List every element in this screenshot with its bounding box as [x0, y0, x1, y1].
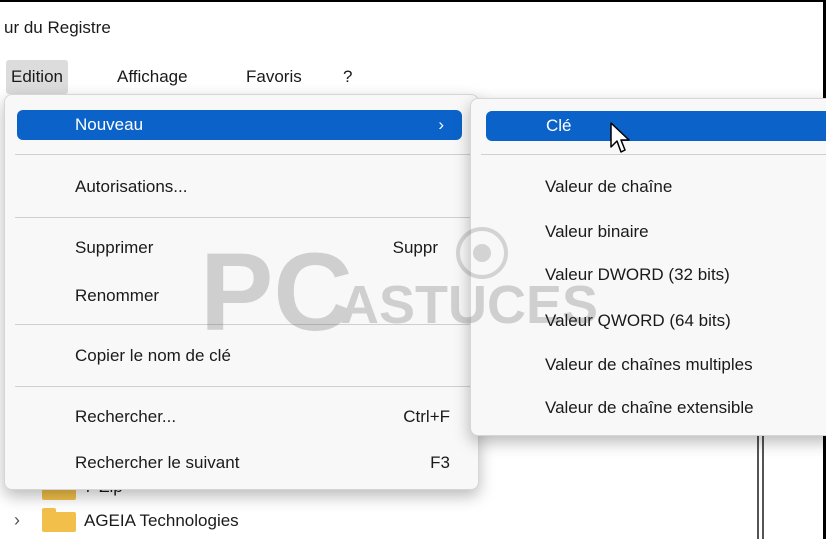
- menu-divider: [481, 154, 826, 155]
- shortcut-label: F3: [430, 453, 450, 472]
- menu-favoris[interactable]: Favoris: [241, 60, 307, 94]
- pane-splitter[interactable]: [757, 420, 764, 539]
- menu-divider: [15, 386, 470, 387]
- menu-item-label: Rechercher le suivant: [75, 453, 240, 472]
- menu-item-rechercher[interactable]: Rechercher... Ctrl+F: [75, 402, 470, 432]
- submenu-item-valeur-extensible[interactable]: Valeur de chaîne extensible: [545, 393, 754, 423]
- tree-item-ageia[interactable]: AGEIA Technologies: [84, 508, 239, 534]
- menu-divider: [15, 154, 470, 155]
- nouveau-submenu: Clé Valeur de chaîne Valeur binaire Vale…: [470, 98, 826, 436]
- chevron-right-icon[interactable]: ›: [14, 510, 20, 531]
- submenu-item-valeur-chaine[interactable]: Valeur de chaîne: [545, 172, 672, 202]
- menu-item-label: Rechercher...: [75, 407, 177, 426]
- chevron-right-icon: ›: [438, 115, 444, 134]
- menu-divider: [15, 324, 470, 325]
- window-title: ur du Registre: [4, 18, 111, 37]
- menu-edition[interactable]: Edition: [6, 60, 68, 94]
- menu-item-autorisations[interactable]: Autorisations...: [75, 172, 187, 202]
- menu-divider: [15, 217, 470, 218]
- menu-help[interactable]: ?: [338, 60, 357, 94]
- menu-item-copier-nom[interactable]: Copier le nom de clé: [75, 341, 231, 371]
- submenu-item-valeur-dword[interactable]: Valeur DWORD (32 bits): [545, 260, 730, 290]
- submenu-item-valeur-binaire[interactable]: Valeur binaire: [545, 217, 649, 247]
- folder-icon: [42, 508, 76, 532]
- menu-item-label: Supprimer: [75, 238, 154, 257]
- edit-menu: Nouveau › Autorisations... Supprimer Sup…: [4, 94, 479, 490]
- menu-item-label: Nouveau: [75, 115, 144, 134]
- menu-bar: Edition Affichage Favoris ?: [0, 60, 826, 94]
- mouse-cursor-icon: [610, 122, 630, 153]
- menu-item-supprimer[interactable]: Supprimer Suppr: [75, 233, 470, 263]
- menu-item-rechercher-suivant[interactable]: Rechercher le suivant F3: [75, 448, 470, 478]
- submenu-item-valeur-multiples[interactable]: Valeur de chaînes multiples: [545, 350, 753, 380]
- shortcut-label: Ctrl+F: [403, 407, 450, 426]
- submenu-item-valeur-qword[interactable]: Valeur QWORD (64 bits): [545, 306, 731, 336]
- menu-item-nouveau[interactable]: Nouveau ›: [17, 110, 462, 140]
- menu-affichage[interactable]: Affichage: [112, 60, 193, 94]
- shortcut-label: Suppr: [392, 238, 438, 257]
- submenu-item-cle[interactable]: Clé: [486, 111, 826, 141]
- menu-item-renommer[interactable]: Renommer: [75, 281, 159, 311]
